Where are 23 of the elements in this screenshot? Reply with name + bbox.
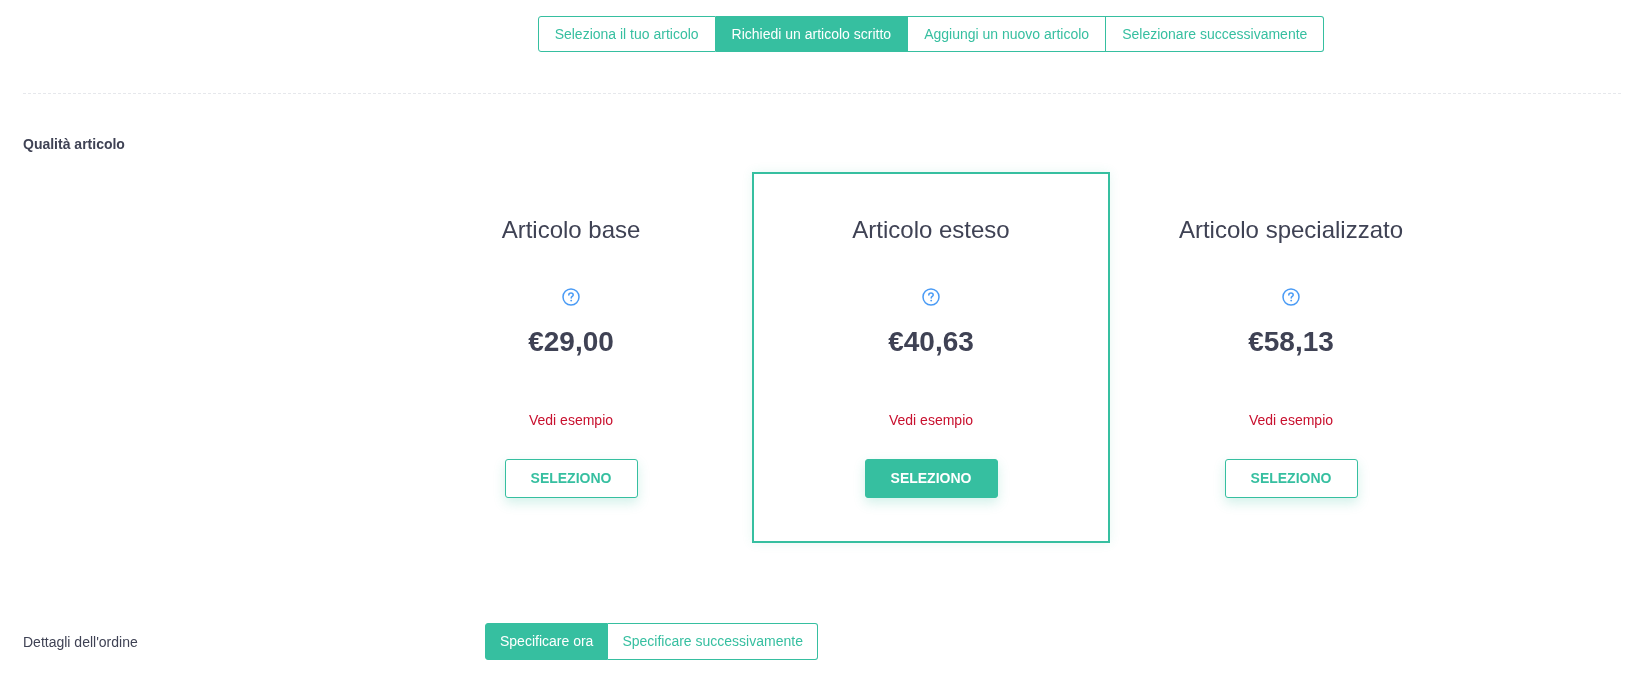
plan-title: Articolo esteso (852, 215, 1010, 245)
plan-title: Articolo specializzato (1178, 215, 1404, 245)
select-button[interactable]: SELEZIONO (504, 459, 638, 498)
example-link[interactable]: Vedi esempio (888, 410, 974, 430)
section-label: Dettagli dell'ordine (23, 633, 138, 650)
source-tab[interactable]: Richiedi un articolo scritto (715, 16, 909, 52)
example-link[interactable]: Vedi esempio (528, 410, 614, 430)
help-icon[interactable] (922, 288, 940, 306)
section-label: Qualità articolo (23, 136, 125, 152)
select-button[interactable]: SELEZIONO (864, 459, 998, 498)
source-tab[interactable]: Selezionare successivamente (1106, 16, 1325, 52)
details-option[interactable]: Specificare successivamente (608, 623, 818, 660)
plan-price: €29,00 (528, 325, 614, 359)
plan-title: Articolo base (501, 215, 641, 245)
example-link[interactable]: Vedi esempio (1248, 410, 1334, 430)
help-icon[interactable] (562, 288, 580, 306)
source-tab[interactable]: Aggiungi un nuovo articolo (908, 16, 1107, 52)
select-button[interactable]: SELEZIONO (1224, 459, 1358, 498)
details-option[interactable]: Specificare ora (485, 623, 609, 660)
help-icon[interactable] (1282, 288, 1300, 306)
source-tab[interactable]: Seleziona il tuo articolo (537, 16, 716, 52)
plan-price: €40,63 (888, 325, 974, 359)
plan-price: €58,13 (1248, 325, 1334, 359)
